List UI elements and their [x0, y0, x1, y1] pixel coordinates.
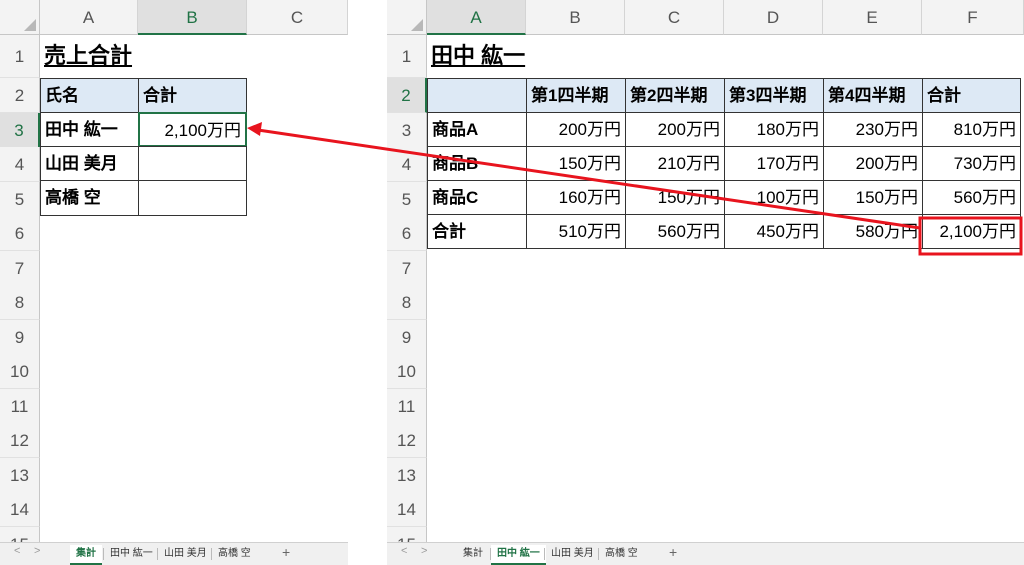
person-name-cell[interactable]: 高橋 空 [40, 180, 139, 216]
tab-scroll-right-icon[interactable]: > [34, 545, 40, 557]
column-header-f[interactable]: F [922, 0, 1024, 35]
row-header-13[interactable]: 13 [0, 458, 40, 493]
value-cell[interactable]: 200万円 [823, 146, 923, 181]
tab-scroll-left-icon[interactable]: < [14, 545, 20, 557]
product-label-cell[interactable]: 商品B [427, 146, 527, 181]
row-header-8[interactable]: 8 [387, 285, 427, 320]
sheet-tab-takahashi[interactable]: 高橋 空 [212, 545, 257, 563]
select-all-corner[interactable] [387, 0, 427, 35]
column-header-c[interactable]: C [247, 0, 348, 35]
value-cell[interactable]: 730万円 [922, 146, 1021, 181]
header-quarter-cell[interactable]: 第1四半期 [526, 78, 626, 113]
row-header-6[interactable]: 6 [0, 216, 40, 251]
person-name-cell[interactable]: 山田 美月 [40, 146, 139, 181]
value-cell[interactable]: 450万円 [724, 214, 824, 249]
person-name-cell[interactable]: 田中 紘一 [40, 112, 139, 147]
sheet-tab-bar: < > 集計 田中 紘一 山田 美月 高橋 空 + [0, 542, 348, 565]
value-cell[interactable]: 160万円 [526, 180, 626, 215]
row-header-1[interactable]: 1 [0, 35, 40, 78]
person-total-cell[interactable] [138, 146, 247, 181]
row-header-7[interactable]: 7 [387, 251, 427, 286]
column-header-b[interactable]: B [526, 0, 625, 35]
value-cell[interactable]: 210万円 [625, 146, 725, 181]
value-cell[interactable]: 150万円 [625, 180, 725, 215]
row-header-2[interactable]: 2 [0, 78, 40, 113]
column-header-a[interactable]: A [40, 0, 138, 35]
person-total-cell[interactable] [138, 180, 247, 216]
sheet-tab-bar: < > 集計 田中 紘一 山田 美月 高橋 空 + [387, 542, 1024, 565]
row-header-13[interactable]: 13 [387, 458, 427, 493]
sheet-tab-takahashi[interactable]: 高橋 空 [599, 545, 644, 563]
sheet-title[interactable]: 売上合計 [40, 36, 240, 76]
row-header-5[interactable]: 5 [0, 182, 40, 217]
value-cell[interactable]: 510万円 [526, 214, 626, 249]
sheet-tab-summary[interactable]: 集計 [70, 545, 102, 565]
tab-scroll-left-icon[interactable]: < [401, 545, 407, 557]
select-all-corner[interactable] [0, 0, 40, 35]
row-header-10[interactable]: 10 [0, 354, 40, 389]
sheet-tab-summary[interactable]: 集計 [457, 545, 489, 563]
row-header-9[interactable]: 9 [387, 320, 427, 355]
value-cell[interactable]: 170万円 [724, 146, 824, 181]
row-header-10[interactable]: 10 [387, 354, 427, 389]
value-cell[interactable]: 150万円 [526, 146, 626, 181]
product-label-cell[interactable]: 合計 [427, 214, 527, 249]
row-header-1[interactable]: 1 [387, 35, 427, 78]
sheet-title[interactable]: 田中 紘一 [427, 36, 627, 76]
row-header-5[interactable]: 5 [387, 182, 427, 217]
sheet-tab-yamada[interactable]: 山田 美月 [158, 545, 213, 563]
value-cell[interactable]: 100万円 [724, 180, 824, 215]
row-header-11[interactable]: 11 [387, 389, 427, 424]
header-quarter-cell[interactable]: 第3四半期 [724, 78, 824, 113]
value-cell[interactable]: 580万円 [823, 214, 923, 249]
sheet-tab-yamada[interactable]: 山田 美月 [545, 545, 600, 563]
value-cell[interactable]: 560万円 [625, 214, 725, 249]
header-quarter-cell[interactable]: 合計 [922, 78, 1021, 113]
row-header-4[interactable]: 4 [387, 147, 427, 182]
row-header-14[interactable]: 14 [387, 492, 427, 527]
row-header-9[interactable]: 9 [0, 320, 40, 355]
value-cell[interactable]: 200万円 [526, 112, 626, 147]
product-label-cell[interactable]: 商品A [427, 112, 527, 147]
row-header-3[interactable]: 3 [0, 113, 40, 148]
header-name-cell[interactable]: 氏名 [40, 78, 139, 113]
header-blank-cell[interactable] [427, 78, 527, 113]
value-cell[interactable]: 810万円 [922, 112, 1021, 147]
header-total-cell[interactable]: 合計 [138, 78, 247, 113]
tab-scroll-right-icon[interactable]: > [421, 545, 427, 557]
add-sheet-button[interactable]: + [669, 544, 677, 560]
column-header-c[interactable]: C [625, 0, 724, 35]
column-header-b[interactable]: B [138, 0, 247, 35]
value-cell[interactable]: 230万円 [823, 112, 923, 147]
left-sheet-window: A B C 123456789101112131415 売上合計 氏名 合計 田… [0, 0, 348, 565]
add-sheet-button[interactable]: + [282, 544, 290, 560]
row-header-7[interactable]: 7 [0, 251, 40, 286]
value-cell[interactable]: 180万円 [724, 112, 824, 147]
row-header-2[interactable]: 2 [387, 78, 427, 113]
product-label-cell[interactable]: 商品C [427, 180, 527, 215]
header-quarter-cell[interactable]: 第2四半期 [625, 78, 725, 113]
row-header-6[interactable]: 6 [387, 216, 427, 251]
person-total-cell-selected[interactable]: 2,100万円 [138, 112, 247, 147]
row-header-14[interactable]: 14 [0, 492, 40, 527]
value-cell[interactable]: 560万円 [922, 180, 1021, 215]
row-header-12[interactable]: 12 [0, 423, 40, 458]
value-cell[interactable]: 150万円 [823, 180, 923, 215]
header-quarter-cell[interactable]: 第4四半期 [823, 78, 923, 113]
column-header-e[interactable]: E [823, 0, 922, 35]
value-cell[interactable]: 200万円 [625, 112, 725, 147]
column-header-d[interactable]: D [724, 0, 823, 35]
row-header-8[interactable]: 8 [0, 285, 40, 320]
sheet-tab-tanaka[interactable]: 田中 紘一 [104, 545, 159, 563]
row-header-4[interactable]: 4 [0, 147, 40, 182]
right-sheet-window: A B C D E F 123456789101112131415 田中 紘一 … [387, 0, 1024, 565]
row-header-11[interactable]: 11 [0, 389, 40, 424]
row-header-12[interactable]: 12 [387, 423, 427, 458]
row-header-3[interactable]: 3 [387, 113, 427, 148]
value-cell[interactable]: 2,100万円 [922, 214, 1021, 249]
column-header-a[interactable]: A [427, 0, 526, 35]
sheet-tab-tanaka[interactable]: 田中 紘一 [491, 545, 546, 565]
